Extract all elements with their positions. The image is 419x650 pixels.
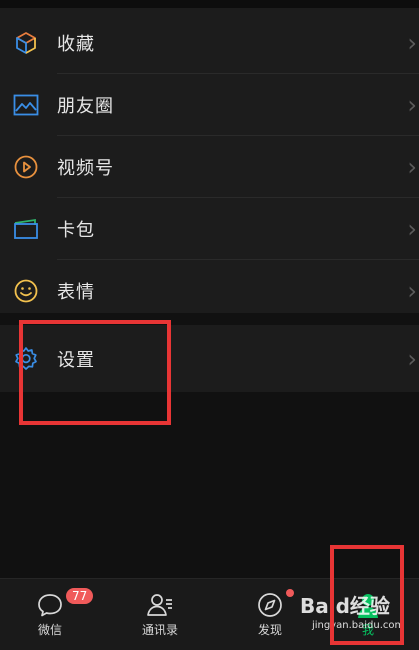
menu-item-label: 卡包 bbox=[57, 219, 95, 241]
menu-item-card-wallet[interactable]: 卡包 › bbox=[0, 198, 419, 259]
chevron-right-icon: › bbox=[407, 344, 417, 373]
tab-contacts[interactable]: 通讯录 bbox=[110, 579, 210, 650]
menu-item-label: 视频号 bbox=[57, 157, 114, 179]
tab-chats[interactable]: 77 微信 bbox=[0, 579, 100, 650]
tab-label: 微信 bbox=[37, 623, 62, 637]
menu-item-channels[interactable]: 视频号 › bbox=[0, 136, 419, 197]
sticker-smile-icon bbox=[13, 278, 39, 304]
chevron-right-icon: › bbox=[407, 276, 417, 305]
compass-icon bbox=[256, 589, 294, 619]
menu-item-stickers[interactable]: 表情 › bbox=[0, 260, 419, 321]
tab-label: 发现 bbox=[257, 623, 282, 637]
highlight-box-me-tab bbox=[330, 545, 404, 645]
new-dot-badge bbox=[286, 589, 294, 597]
channels-play-icon bbox=[13, 154, 39, 180]
chevron-right-icon: › bbox=[407, 214, 417, 243]
menu-item-label: 表情 bbox=[57, 281, 95, 303]
tab-label: 通讯录 bbox=[141, 623, 178, 637]
moments-image-icon bbox=[13, 92, 39, 118]
menu-item-moments[interactable]: 朋友圈 › bbox=[0, 74, 419, 135]
menu-item-label: 朋友圈 bbox=[57, 95, 114, 117]
menu-item-label: 收藏 bbox=[57, 33, 95, 55]
unread-badge: 77 bbox=[66, 588, 94, 604]
favorites-cube-icon bbox=[13, 30, 39, 56]
contacts-icon bbox=[146, 591, 174, 619]
top-strip bbox=[0, 0, 419, 8]
chevron-right-icon: › bbox=[407, 28, 417, 57]
chevron-right-icon: › bbox=[407, 152, 417, 181]
chat-bubble-icon: 77 bbox=[36, 588, 94, 619]
card-wallet-icon bbox=[13, 216, 39, 242]
highlight-box-settings bbox=[19, 320, 171, 425]
chevron-right-icon: › bbox=[407, 90, 417, 119]
menu-group: 收藏 › 朋友圈 › 视频号 › 卡包 › 表情 › bbox=[0, 8, 419, 313]
menu-item-favorites[interactable]: 收藏 › bbox=[0, 12, 419, 73]
